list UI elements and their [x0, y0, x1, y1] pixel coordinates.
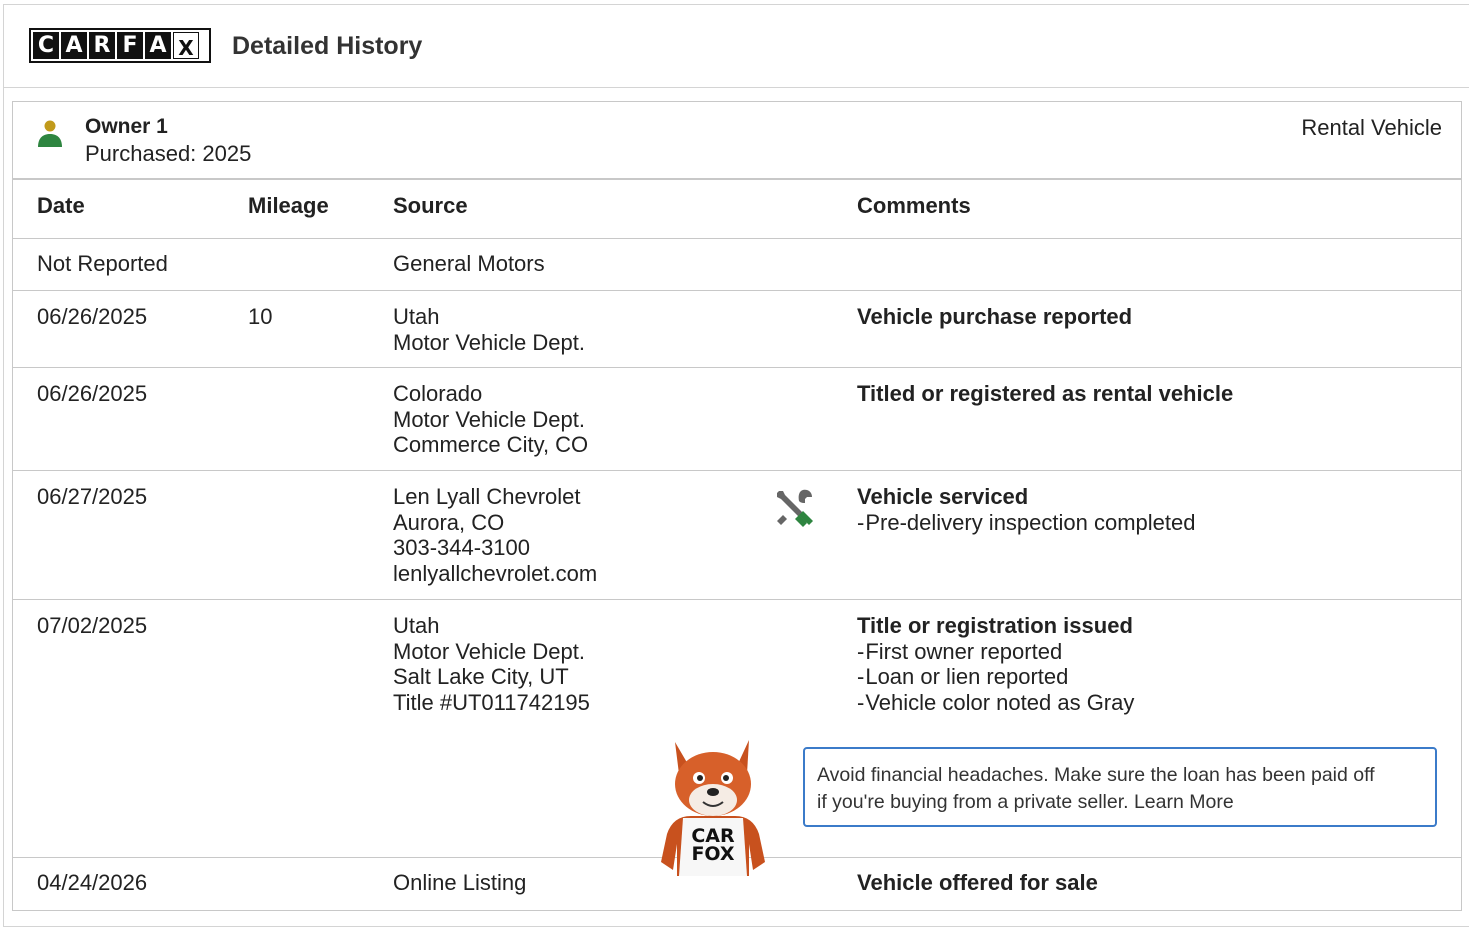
source-line: Motor Vehicle Dept. [393, 638, 585, 664]
row-source: Online Listing [393, 870, 526, 896]
comment-item: First owner reported [857, 639, 1134, 665]
person-icon [38, 120, 62, 147]
vehicle-type: Rental Vehicle [1301, 115, 1442, 140]
source-line: Motor Vehicle Dept. [393, 329, 585, 355]
comment-item: Loan or lien reported [857, 664, 1134, 690]
source-line: Salt Lake City, UT [393, 664, 569, 689]
carfax-logo[interactable]: C A R F A X [29, 28, 211, 63]
logo-letter: A [145, 32, 171, 59]
row-date: 06/26/2025 [37, 381, 148, 406]
comment-item: Vehicle color noted as Gray [857, 690, 1134, 716]
row-date: 04/24/2026 [37, 870, 148, 895]
column-source: Source [393, 193, 468, 218]
source-line: 303-344-3100 [393, 535, 531, 560]
row-comments: Vehicle purchase reported [857, 304, 1132, 330]
logo-letter: F [117, 32, 143, 59]
table-row: Not Reported General Motors [13, 239, 1461, 291]
header: C A R F A X Detailed History [4, 5, 1469, 88]
table-row: 06/26/2025 Colorado Motor Vehicle Dept. … [13, 368, 1461, 471]
source-line: Online Listing [393, 870, 527, 895]
comment-heading: Vehicle serviced [857, 484, 1029, 509]
source-line: Utah [393, 304, 440, 329]
comment-heading: Vehicle offered for sale [857, 870, 1098, 895]
row-comments: Vehicle serviced Pre-delivery inspection… [857, 484, 1196, 535]
row-date: 06/27/2025 [37, 484, 148, 509]
logo-letter: C [33, 32, 59, 59]
row-date: 07/02/2025 [37, 613, 148, 638]
table-row: 04/24/2026 Online Listing Vehicle offere… [13, 858, 1461, 910]
service-wrench-icon [777, 489, 813, 527]
table-row: 06/26/2025 10 Utah Motor Vehicle Dept. V… [13, 291, 1461, 368]
carfox-mascot-icon: CAR FOX [661, 740, 765, 876]
row-comments: Titled or registered as rental vehicle [857, 381, 1233, 407]
row-mileage: 10 [248, 304, 273, 329]
source-line: Len Lyall Chevrolet [393, 484, 581, 509]
comment-heading: Title or registration issued [857, 613, 1133, 638]
comment-heading: Titled or registered as rental vehicle [857, 381, 1234, 406]
row-source: Utah Motor Vehicle Dept. Salt Lake City,… [393, 613, 590, 715]
column-comments: Comments [857, 193, 971, 218]
table-row: 06/27/2025 Len Lyall Chevrolet Aurora, C… [13, 471, 1461, 600]
source-line: Aurora, CO [393, 509, 505, 535]
page-title: Detailed History [232, 32, 423, 60]
logo-letter: X [173, 32, 199, 60]
owner-history-card: Owner 1 Purchased: 2025 Rental Vehicle D… [12, 101, 1462, 911]
source-line: Colorado [393, 381, 483, 406]
row-source: General Motors [393, 251, 545, 277]
source-line: Utah [393, 613, 440, 638]
table-header: Date Mileage Source Comments [13, 180, 1461, 239]
row-comments: Title or registration issued First owner… [857, 613, 1134, 715]
source-line: Motor Vehicle Dept. [393, 406, 585, 432]
source-line: Title #UT011742195 [393, 689, 590, 715]
row-date: Not Reported [37, 251, 168, 276]
row-source: Len Lyall Chevrolet Aurora, CO 303-344-3… [393, 484, 597, 586]
logo-letter: R [89, 32, 115, 59]
comment-item: Pre-delivery inspection completed [857, 510, 1195, 536]
source-line: Commerce City, CO [393, 432, 589, 457]
notice-learn-more-text[interactable]: if you're buying from a private seller. … [817, 789, 1423, 816]
comment-heading: Vehicle purchase reported [857, 304, 1133, 329]
owner-name: Owner 1 [85, 115, 168, 138]
logo-letter: A [61, 32, 87, 59]
column-mileage: Mileage [248, 193, 329, 218]
row-source: Utah Motor Vehicle Dept. [393, 304, 585, 355]
column-date: Date [37, 193, 85, 218]
row-source: Colorado Motor Vehicle Dept. Commerce Ci… [393, 381, 588, 458]
source-line: General Motors [393, 251, 545, 276]
row-date: 06/26/2025 [37, 304, 148, 329]
table-row: 07/02/2025 Utah Motor Vehicle Dept. Salt… [13, 600, 1461, 876]
loan-notice-box[interactable]: Avoid financial headaches. Make sure the… [803, 747, 1437, 827]
row-comments: Vehicle offered for sale [857, 870, 1098, 896]
owner-purchased: Purchased: 2025 [85, 141, 252, 166]
notice-text: Avoid financial headaches. Make sure the… [817, 764, 1375, 786]
dealer-website-link[interactable]: lenlyallchevrolet.com [393, 561, 597, 587]
owner-section: Owner 1 Purchased: 2025 Rental Vehicle [13, 102, 1461, 180]
